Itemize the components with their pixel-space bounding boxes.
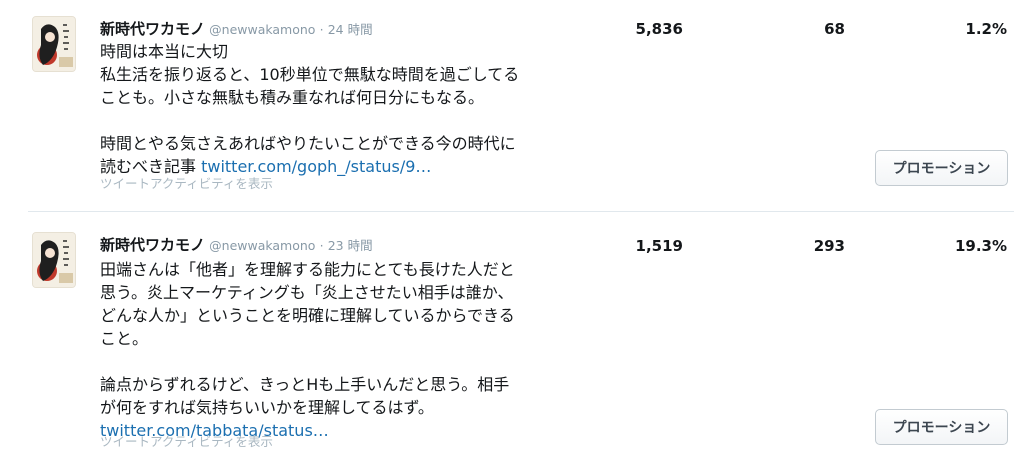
separator-dot: · bbox=[319, 22, 324, 37]
tweet-header: 新時代ワカモノ @newwakamono · 24 時間 bbox=[100, 20, 373, 40]
tweet-text: 時間は本当に大切 私生活を振り返ると、10秒単位で無駄な時間を過ごしてる ことも… bbox=[100, 40, 570, 178]
tweet-paragraph: 田端さんは「他者」を理解する能力にとても長けた人だと 思う。炎上マーケティングも… bbox=[100, 258, 570, 350]
display-name[interactable]: 新時代ワカモノ bbox=[100, 20, 205, 38]
profile-avatar-icon bbox=[33, 17, 75, 71]
avatar[interactable] bbox=[32, 232, 76, 288]
tweet-text: 田端さんは「他者」を理解する能力にとても長けた人だと 思う。炎上マーケティングも… bbox=[100, 258, 570, 442]
tweet-timestamp[interactable]: 24 時間 bbox=[328, 22, 373, 37]
impressions-count: 1,519 bbox=[635, 237, 683, 255]
separator-dot: · bbox=[319, 238, 324, 253]
tweet-paragraph: 時間とやる気さえあればやりたいことができる今の時代に 読むべき記事 twitte… bbox=[100, 132, 570, 178]
engagements-count: 68 bbox=[824, 20, 845, 38]
text-line: 田端さんは「他者」を理解する能力にとても長けた人だと bbox=[100, 260, 515, 279]
text-line: 時間とやる気さえあればやりたいことができる今の時代に bbox=[100, 134, 516, 153]
tweet-paragraph: 時間は本当に大切 私生活を振り返ると、10秒単位で無駄な時間を過ごしてる ことも… bbox=[100, 40, 570, 109]
user-handle[interactable]: @newwakamono bbox=[209, 22, 315, 37]
engagement-rate: 19.3% bbox=[954, 237, 1007, 255]
promote-button[interactable]: プロモーション bbox=[875, 409, 1008, 445]
profile-avatar-icon bbox=[33, 233, 75, 287]
display-name[interactable]: 新時代ワカモノ bbox=[100, 236, 205, 254]
avatar[interactable] bbox=[32, 16, 76, 72]
text-line: 私生活を振り返ると、10秒単位で無駄な時間を過ごしてる bbox=[100, 65, 520, 84]
tweet-header: 新時代ワカモノ @newwakamono · 23 時間 bbox=[100, 236, 373, 256]
engagements-count: 293 bbox=[813, 237, 845, 255]
view-tweet-activity-link[interactable]: ツイートアクティビティを表示 bbox=[100, 431, 273, 450]
tweet-row: 新時代ワカモノ @newwakamono · 24 時間 時間は本当に大切 私生… bbox=[0, 0, 1024, 211]
tweet-timestamp[interactable]: 23 時間 bbox=[328, 238, 373, 253]
view-tweet-activity-link[interactable]: ツイートアクティビティを表示 bbox=[100, 173, 273, 192]
text-line: ことも。小さな無駄も積み重なれば何日分にもなる。 bbox=[100, 88, 485, 107]
text-line: どんな人か」ということを明確に理解しているからできる bbox=[100, 306, 515, 325]
engagement-rate: 1.2% bbox=[965, 20, 1007, 38]
text-line: 時間は本当に大切 bbox=[100, 42, 229, 61]
text-line: が何をすれば気持ちいいかを理解してるはず。 bbox=[100, 398, 434, 417]
user-handle[interactable]: @newwakamono bbox=[209, 238, 315, 253]
text-line: こと。 bbox=[100, 329, 149, 348]
promote-button[interactable]: プロモーション bbox=[875, 150, 1008, 186]
text-line: 思う。炎上マーケティングも「炎上させたい相手は誰か、 bbox=[100, 283, 514, 302]
text-line: 論点からずれるけど、きっとHも上手いんだと思う。相手 bbox=[100, 375, 510, 394]
tweet-row: 新時代ワカモノ @newwakamono · 23 時間 田端さんは「他者」を理… bbox=[0, 212, 1024, 466]
impressions-count: 5,836 bbox=[635, 20, 683, 38]
